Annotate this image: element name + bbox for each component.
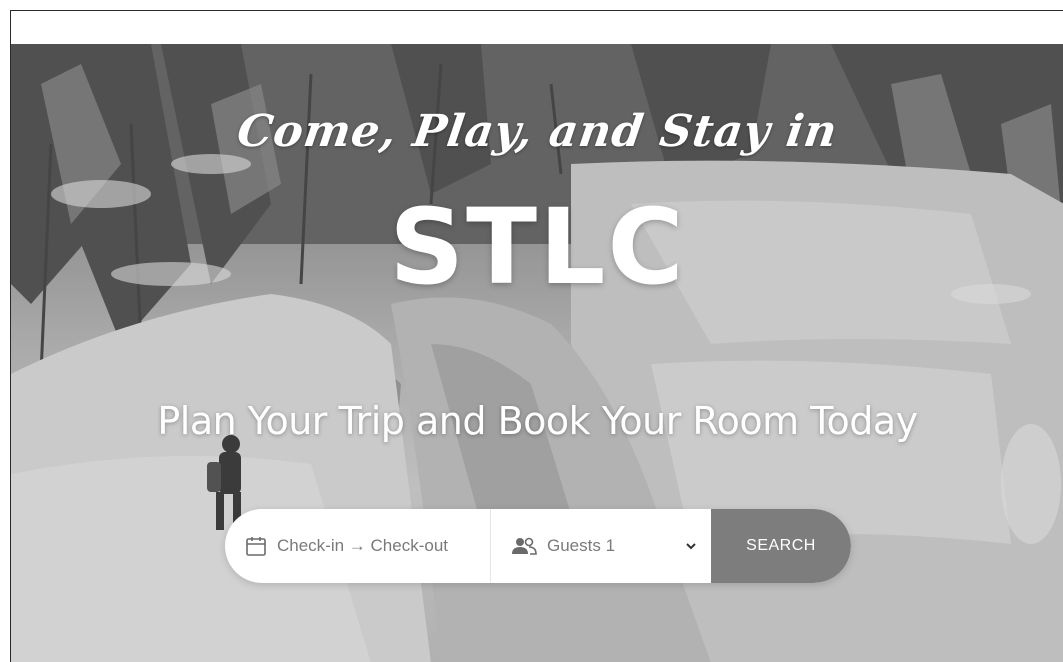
hero-brand-title: STLC (389, 186, 686, 308)
browser-frame: Come, Play, and Stay in STLC Plan Your T… (10, 10, 1063, 662)
hero-subtitle: Plan Your Trip and Book Your Room Today (157, 399, 918, 443)
calendar-icon (246, 537, 266, 556)
search-button[interactable]: SEARCH (711, 509, 851, 583)
people-icon (512, 537, 537, 555)
date-range-picker[interactable]: Check-in → Check-out (225, 509, 491, 583)
guests-label: Guests 1 (547, 536, 616, 555)
date-range-label: Check-in → Check-out (277, 536, 449, 555)
chevron-down-icon (686, 543, 696, 550)
booking-search-bar: Check-in → Check-out Guests 1 SEARCH (225, 509, 851, 583)
hero-section: Come, Play, and Stay in STLC Plan Your T… (11, 44, 1063, 662)
guests-select[interactable]: Guests 1 (491, 509, 711, 583)
hero-tagline: Come, Play, and Stay in (234, 106, 841, 157)
